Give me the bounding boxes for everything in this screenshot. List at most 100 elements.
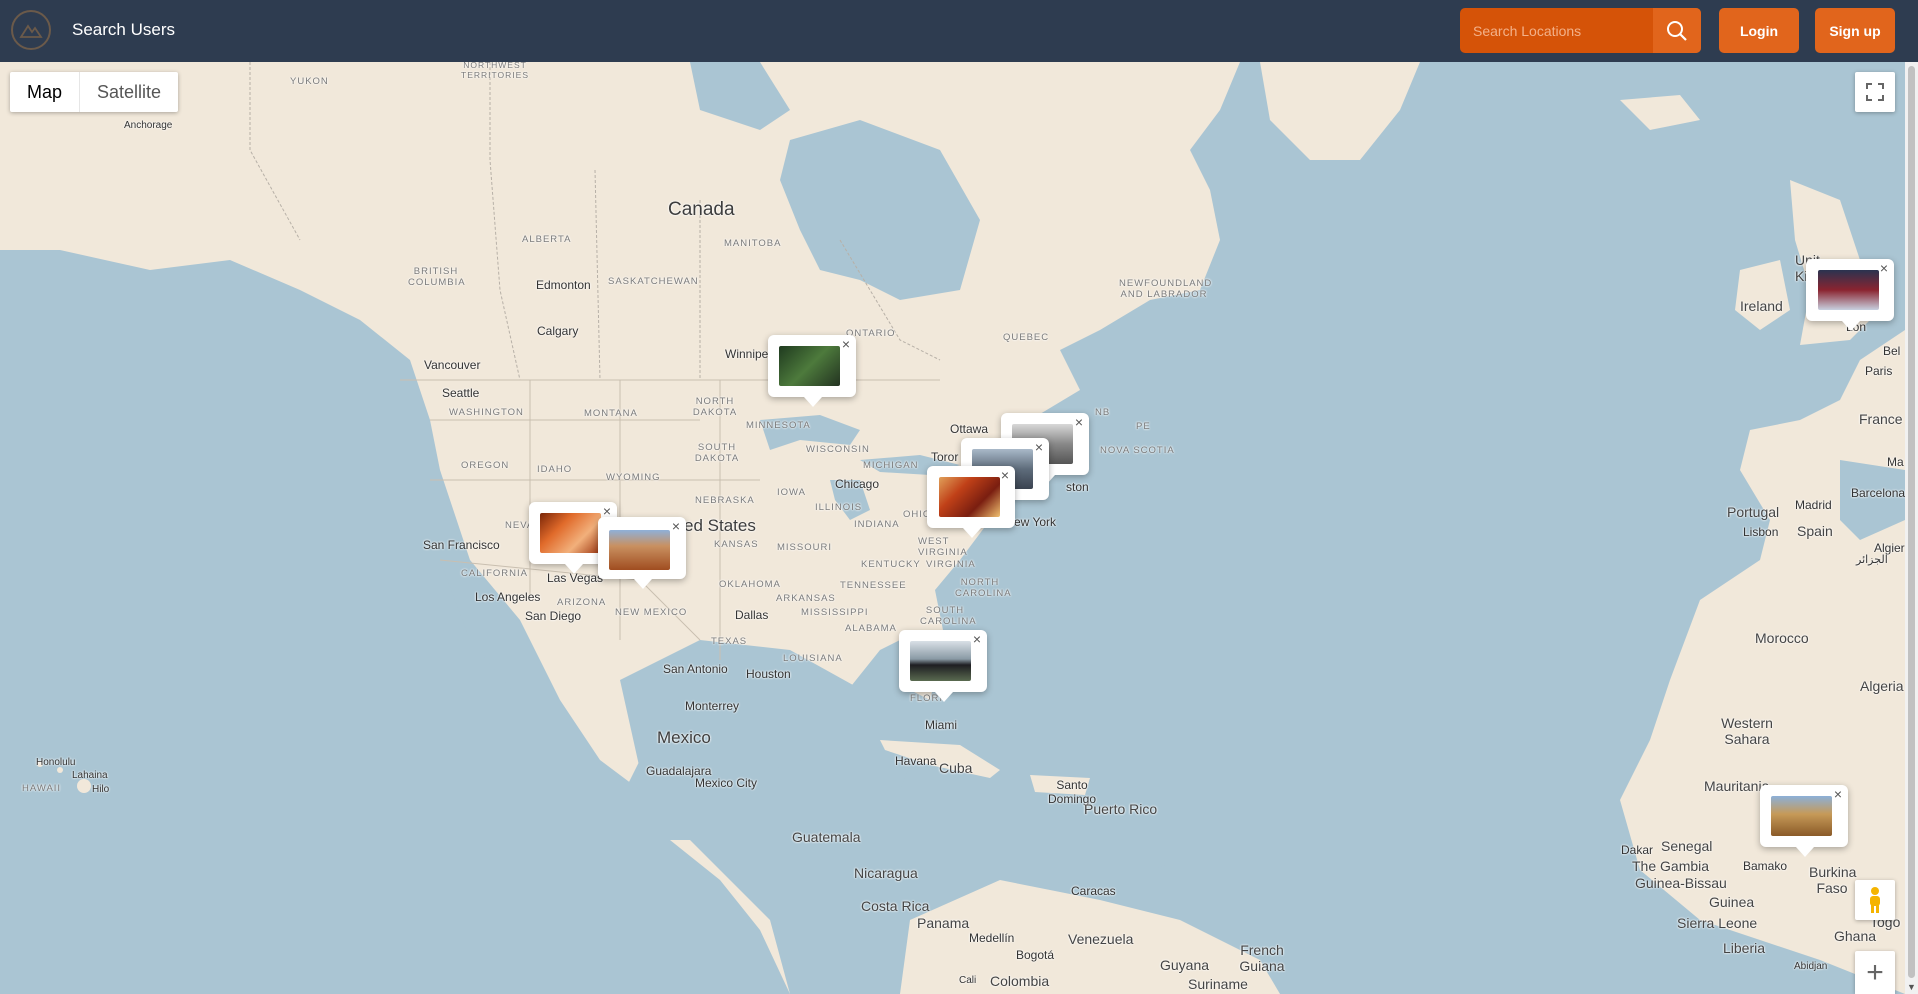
label-virginia: VIRGINIA (926, 559, 976, 570)
search-users-link[interactable]: Search Users (72, 20, 175, 40)
photo-marker-popup[interactable]: × (899, 630, 987, 702)
label-paris: Paris (1865, 364, 1893, 378)
label-dakar: Dakar (1621, 843, 1654, 857)
close-icon[interactable]: × (1880, 260, 1888, 276)
label-barcelona: Barcelona (1851, 486, 1905, 500)
label-manitoba: MANITOBA (724, 238, 782, 249)
label-washington: WASHINGTON (449, 407, 524, 418)
label-costa-rica: Costa Rica (861, 898, 930, 914)
label-hilo: Hilo (92, 784, 110, 795)
map-canvas[interactable]: YUKON NORTHWEST TERRITORIES Anchorage Ca… (0, 62, 1905, 994)
label-nebraska: NEBRASKA (695, 495, 755, 506)
label-senegal: Senegal (1661, 838, 1713, 854)
label-kentucky: KENTUCKY (861, 559, 921, 570)
label-mexico: Mexico (657, 728, 711, 747)
photo-marker-popup[interactable]: × (1806, 259, 1894, 331)
scroll-down-arrow-icon[interactable]: ▼ (1907, 982, 1916, 992)
photo-marker-popup[interactable]: × (927, 466, 1015, 538)
label-nb: NB (1095, 407, 1111, 418)
zoom-in-button[interactable]: + (1855, 951, 1895, 994)
label-guatemala: Guatemala (792, 829, 861, 845)
close-icon[interactable]: × (973, 631, 981, 647)
app-logo[interactable] (11, 10, 51, 50)
signup-button[interactable]: Sign up (1815, 8, 1895, 53)
label-texas: TEXAS (711, 636, 748, 647)
street-view-pegman[interactable] (1855, 880, 1895, 920)
label-north-carolina: NORTH CAROLINA (955, 577, 1012, 599)
page-scrollbar[interactable]: ▼ (1905, 62, 1918, 994)
login-button[interactable]: Login (1719, 8, 1799, 53)
label-south-carolina: SOUTH CAROLINA (920, 605, 977, 627)
label-suriname: Suriname (1188, 976, 1248, 992)
forest-photo-thumbnail[interactable] (779, 346, 840, 386)
label-vancouver: Vancouver (424, 358, 481, 372)
antelope-canyon-photo-thumbnail[interactable] (540, 513, 601, 553)
close-icon[interactable]: × (1075, 414, 1083, 430)
grand-canyon-photo-thumbnail[interactable] (609, 530, 670, 570)
map-type-control: Map Satellite (10, 72, 179, 112)
label-hawaii: HAWAII (22, 783, 62, 794)
search-locations-input[interactable] (1460, 8, 1652, 53)
close-icon[interactable]: × (1001, 467, 1009, 483)
label-spain: Spain (1797, 523, 1833, 539)
label-calgary: Calgary (537, 324, 579, 338)
label-ghana: Ghana (1834, 928, 1877, 944)
label-san-diego: San Diego (525, 609, 582, 623)
search-button[interactable] (1653, 8, 1701, 53)
autumn-street-photo-thumbnail[interactable] (939, 477, 1000, 517)
label-west-virginia: WEST VIRGINIA (918, 536, 968, 558)
label-south-dakota: SOUTH DAKOTA (694, 442, 740, 464)
label-portugal: Portugal (1727, 504, 1780, 520)
label-saskatchewan: SASKATCHEWAN (608, 276, 699, 287)
label-winnipeg: Winnipe (725, 347, 769, 361)
scrollbar-thumb[interactable] (1908, 66, 1915, 978)
london-stadium-photo-thumbnail[interactable] (1818, 270, 1879, 310)
map-type-map-button[interactable]: Map (10, 72, 81, 112)
label-caracas: Caracas (1071, 884, 1116, 898)
label-lahaina: Lahaina (72, 770, 108, 781)
label-tennessee: TENNESSEE (840, 580, 907, 591)
label-new-york: ew York (1014, 515, 1057, 529)
florida-birds-photo-thumbnail[interactable] (910, 641, 971, 681)
label-north-dakota: NORTH DAKOTA (692, 396, 738, 418)
label-oregon: OREGON (461, 460, 510, 471)
label-madrid: Madrid (1795, 498, 1832, 512)
close-icon[interactable]: × (1834, 786, 1842, 802)
label-san-antonio: San Antonio (663, 662, 728, 676)
label-cali: Cali (959, 975, 977, 986)
label-wisconsin: WISCONSIN (806, 444, 870, 455)
label-kansas: KANSAS (714, 539, 759, 550)
mali-mosque-photo-thumbnail[interactable] (1771, 796, 1832, 836)
label-lisbon: Lisbon (1743, 525, 1779, 539)
close-icon[interactable]: × (842, 336, 850, 352)
label-arkansas: ARKANSAS (776, 593, 836, 604)
label-anchorage: Anchorage (124, 120, 173, 131)
pegman-icon (1870, 887, 1880, 913)
label-seattle: Seattle (442, 386, 480, 400)
label-havana: Havana (895, 754, 937, 768)
label-chicago: Chicago (835, 477, 880, 491)
label-idaho: IDAHO (537, 464, 573, 475)
label-boston: ston (1066, 480, 1089, 494)
photo-marker-popup[interactable]: × (1760, 785, 1848, 857)
search-icon (1667, 20, 1687, 41)
label-honolulu: Honolulu (36, 757, 76, 768)
label-british-columbia: BRITISH COLUMBIA (408, 266, 466, 288)
fullscreen-button[interactable] (1855, 72, 1895, 112)
label-new-mexico: NEW MEXICO (615, 607, 688, 618)
label-montana: MONTANA (584, 408, 638, 419)
photo-marker-popup[interactable]: × (598, 517, 686, 589)
map-type-satellite-button[interactable]: Satellite (80, 72, 178, 112)
photo-marker-popup[interactable]: × (768, 335, 856, 407)
close-icon[interactable]: × (672, 518, 680, 534)
label-toronto: Toror (931, 450, 959, 464)
label-venezuela: Venezuela (1068, 931, 1134, 947)
label-houston: Houston (746, 667, 791, 681)
label-arabic-algiers: الجزائر (1856, 554, 1888, 566)
label-wyoming: WYOMING (606, 472, 661, 483)
close-icon[interactable]: × (1035, 439, 1043, 455)
label-california: CALIFORNIA (461, 568, 529, 579)
label-mississippi: MISSISSIPPI (801, 607, 869, 618)
label-panama: Panama (917, 915, 970, 931)
label-the-gambia: The Gambia (1632, 858, 1710, 874)
